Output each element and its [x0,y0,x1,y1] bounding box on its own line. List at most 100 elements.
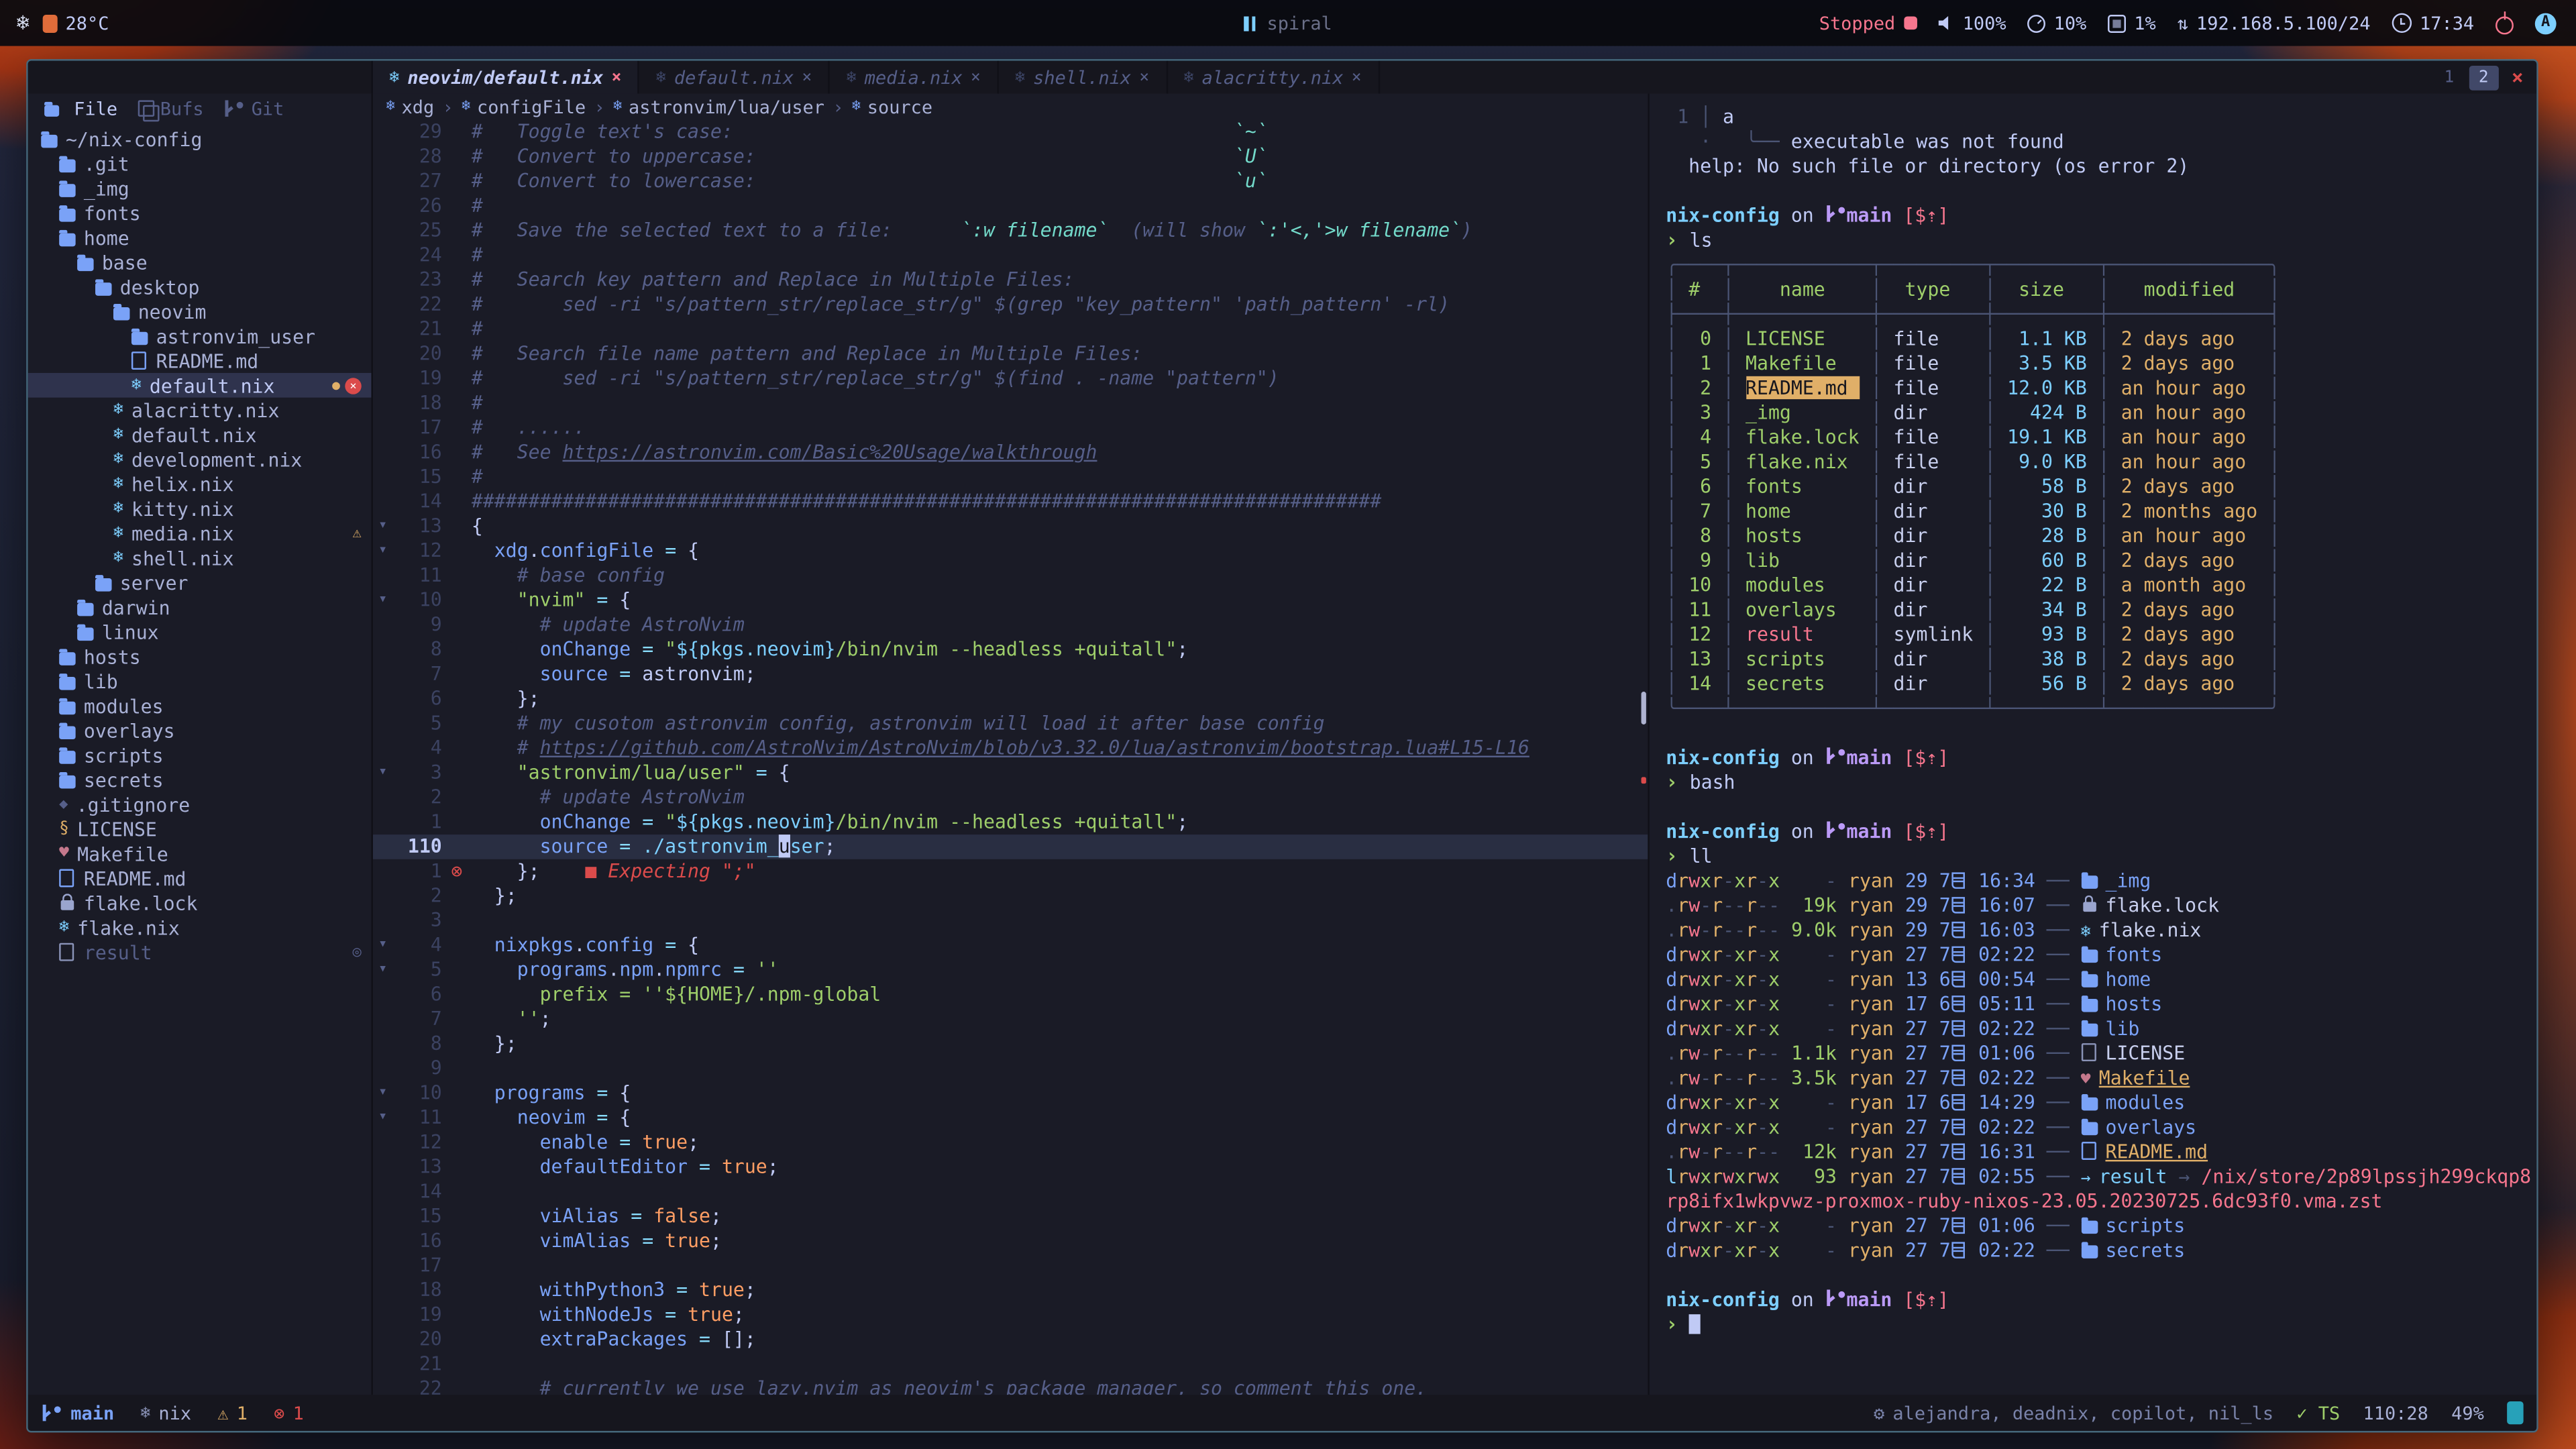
tree-item-neovim[interactable]: neovim [28,299,372,324]
tree-item-home[interactable]: home [28,225,372,250]
code-line[interactable]: 7 source = astronvim; [373,662,1648,687]
fold-chevron-icon[interactable]: ▾ [373,515,392,539]
code-line[interactable]: 15 # [373,465,1648,490]
code-line[interactable]: 17 # ...... [373,416,1648,441]
statusline-git-branch[interactable]: main [41,1402,114,1424]
statusline-errors[interactable]: ⊗ 1 [274,1402,304,1424]
tree-item-shell.nix[interactable]: ❄shell.nix [28,545,372,570]
tree-item-alacritty.nix[interactable]: ❄alacritty.nix [28,398,372,423]
fold-chevron-icon[interactable]: ▾ [373,588,392,613]
tree-item-Makefile[interactable]: ♥Makefile [28,841,372,866]
code-line[interactable]: 22 # sed -ri "s/pattern_str/replace_str/… [373,292,1648,317]
code-line[interactable]: 21 [373,1352,1648,1377]
code-line[interactable]: 13 defaultEditor = true; [373,1155,1648,1180]
close-icon[interactable]: × [971,68,981,87]
code-line[interactable]: ▾13 { [373,515,1648,539]
code-line[interactable]: 19 # sed -ri "s/pattern_str/replace_str/… [373,366,1648,391]
fold-chevron-icon[interactable]: ▾ [373,933,392,958]
code-line[interactable]: 6 }; [373,687,1648,712]
neotree-tab-file[interactable]: File [44,98,117,119]
tree-item-fonts[interactable]: fonts [28,201,372,225]
close-icon[interactable]: × [612,68,622,87]
tree-item-LICENSE[interactable]: §LICENSE [28,816,372,841]
tree-item-linux[interactable]: linux [28,619,372,644]
code-line[interactable]: 20 extraPackages = []; [373,1328,1648,1352]
code-line[interactable]: 2 }; [373,884,1648,909]
code-line[interactable]: 14 #####################################… [373,490,1648,515]
fold-chevron-icon[interactable]: ▾ [373,1081,392,1106]
breadcrumb-item[interactable]: ❄configFile [462,96,586,117]
code-line[interactable]: 28 # Convert to uppercase: `U` [373,145,1648,170]
code-line[interactable]: 6 prefix = ''${HOME}/.npm-global [373,982,1648,1007]
tree-item-scripts[interactable]: scripts [28,743,372,767]
fold-chevron-icon[interactable]: ▾ [373,958,392,983]
media-widget[interactable]: spiral [1244,12,1332,34]
code-line[interactable]: 29 # Toggle text's case: `~` [373,120,1648,145]
breadcrumb-item[interactable]: ❄astronvim/lua/user [613,96,824,117]
code-line[interactable]: 4 # https://github.com/AstroNvim/AstroNv… [373,736,1648,761]
tabpage-2[interactable]: 2 [2469,65,2498,90]
tree-item-kitty.nix[interactable]: ❄kitty.nix [28,496,372,521]
fold-chevron-icon[interactable]: ▾ [373,761,392,786]
code-line[interactable]: ▾5 programs.npm.npmrc = '' [373,958,1648,983]
neotree-tab-bufs[interactable]: Bufs [137,98,203,119]
tree-item-server[interactable]: server [28,570,372,595]
statusline-warnings[interactable]: ⚠ 1 [217,1402,248,1424]
close-icon[interactable]: × [1139,68,1149,87]
nixos-logo-icon[interactable]: ❄ [16,11,29,36]
tree-item-darwin[interactable]: darwin [28,595,372,620]
tree-item-desktop[interactable]: desktop [28,274,372,299]
code-line[interactable]: ▾12 xdg.configFile = { [373,539,1648,564]
code-line[interactable]: ▾11 neovim = { [373,1106,1648,1130]
tree-item-.git[interactable]: .git [28,151,372,176]
code-line[interactable]: 17 [373,1254,1648,1279]
buffer-tab-shell.nix[interactable]: ❄shell.nix× [999,61,1167,94]
tree-item-base[interactable]: base [28,250,372,274]
code-line[interactable]: 9 [373,1057,1648,1081]
code-line[interactable]: ▾3 "astronvim/lua/user" = { [373,761,1648,786]
code-line[interactable]: 15 viAlias = false; [373,1204,1648,1229]
close-icon[interactable]: × [2512,66,2524,89]
tree-item-.gitignore[interactable]: ◆.gitignore [28,792,372,816]
code-lines[interactable]: 29 # Toggle text's case: `~` 28 # Conver… [373,120,1648,1395]
code-line[interactable]: 14 [373,1179,1648,1204]
tree-item-default.nix[interactable]: ❄default.nix [28,422,372,447]
tree-item-README.md[interactable]: README.md [28,866,372,891]
code-line[interactable]: 8 onChange = "${pkgs.neovim}/bin/nvim --… [373,637,1648,662]
memory-widget[interactable]: 1% [2108,12,2156,34]
cpu-widget[interactable]: 10% [2027,12,2086,34]
network-widget[interactable]: ⇅ 192.168.5.100/24 [2178,12,2371,34]
tree-item-overlays[interactable]: overlays [28,718,372,743]
code-line[interactable]: 2 # update AstroNvim [373,786,1648,810]
tree-item-secrets[interactable]: secrets [28,767,372,792]
code-line[interactable]: 19 withNodeJs = true; [373,1303,1648,1328]
code-line[interactable]: 1 onChange = "${pkgs.neovim}/bin/nvim --… [373,810,1648,835]
code-line[interactable]: ▾4 nixpkgs.config = { [373,933,1648,958]
volume-widget[interactable]: 100% [1938,12,2006,34]
terminal-panel[interactable]: 1 │ a · ╰── executable was not found hel… [1648,94,2536,1395]
tree-item-flake.nix[interactable]: ❄flake.nix [28,915,372,940]
tree-item-astronvim_user[interactable]: astronvim_user [28,323,372,348]
code-line[interactable]: 21 # [373,317,1648,342]
recorder-widget[interactable]: Stopped [1819,12,1917,34]
tree-item-media.nix[interactable]: ❄media.nix⚠ [28,521,372,545]
tree-item-flake.lock[interactable]: flake.lock [28,890,372,915]
tree-item-modules[interactable]: modules [28,693,372,718]
code-line[interactable]: 9 # update AstroNvim [373,612,1648,637]
neotree-tab-git[interactable]: Git [223,98,284,119]
tree-item-result[interactable]: result◎ [28,940,372,965]
tabpage-1[interactable]: 1 [2434,65,2464,90]
close-icon[interactable]: × [802,68,812,87]
code-line[interactable]: 23 # Search key pattern and Replace in M… [373,268,1648,292]
tree-item-~/nix-config[interactable]: ~/nix-config [28,127,372,152]
keyboard-layout-badge[interactable]: A [2535,12,2557,34]
code-line[interactable]: ▾10 programs = { [373,1081,1648,1106]
breadcrumb-item[interactable]: ❄xdg [386,96,435,117]
buffer-tab-neovim/default.nix[interactable]: ❄neovim/default.nix× [373,61,639,94]
code-line[interactable]: 18 # [373,391,1648,416]
code-line[interactable]: 22 # currently we use lazy.nvim as neovi… [373,1377,1648,1395]
code-line[interactable]: 8 }; [373,1032,1648,1057]
code-line[interactable]: 26 # [373,194,1648,219]
code-line[interactable]: 20 # Search file name pattern and Replac… [373,341,1648,366]
power-icon[interactable] [2496,16,2514,34]
